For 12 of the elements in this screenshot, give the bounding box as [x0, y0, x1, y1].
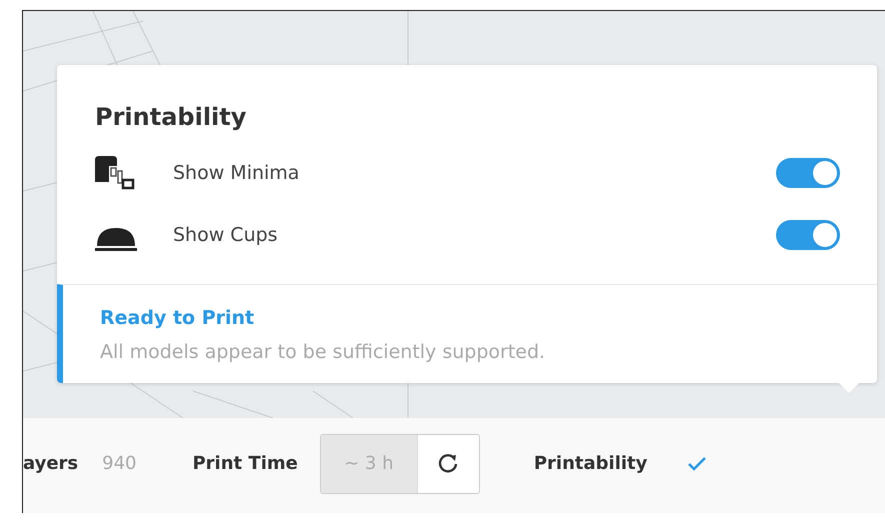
minima-icon	[95, 156, 137, 190]
toggle-switch[interactable]	[776, 220, 840, 250]
layers-label: ayers	[23, 453, 78, 474]
printability-label: Printability	[534, 453, 648, 474]
option-label: Show Minima	[173, 162, 300, 184]
toggle-switch[interactable]	[776, 158, 840, 188]
popover-title: Printability	[95, 103, 248, 131]
layers-value: 940	[102, 453, 136, 474]
status-message: All models appear to be sufficiently supported.	[100, 341, 546, 363]
option-label: Show Cups	[173, 224, 279, 246]
status-title: Ready to Print	[100, 307, 256, 329]
print-time-label: Print Time	[192, 453, 298, 474]
